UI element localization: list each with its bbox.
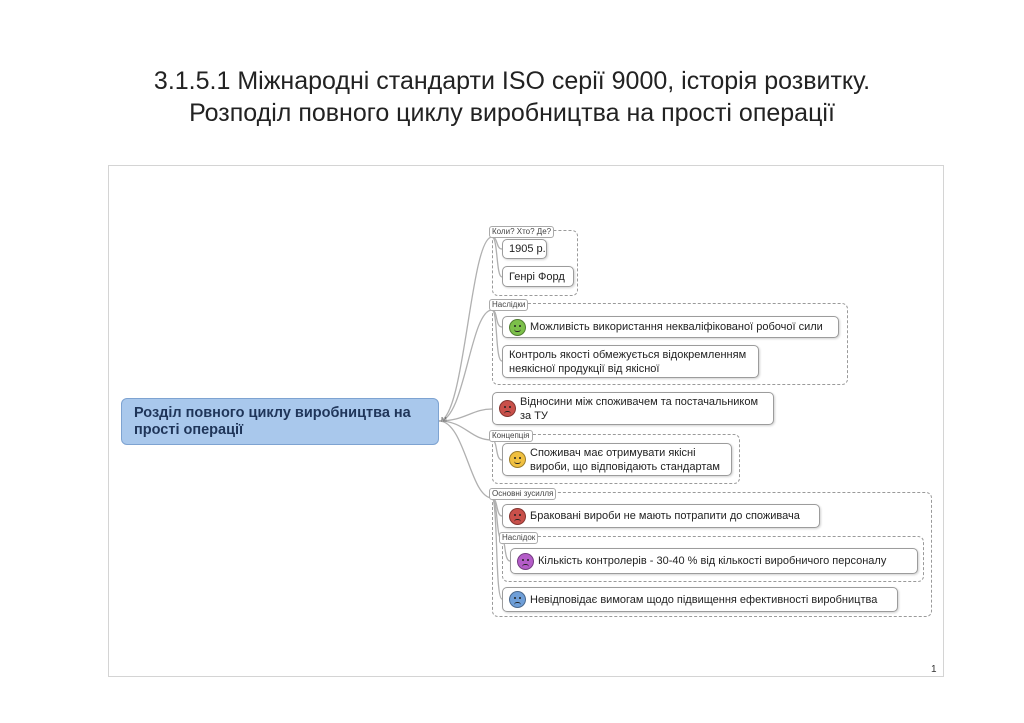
- group-label-consequence-sub: Наслідок: [499, 532, 539, 544]
- slide-title-line-1: 3.1.5.1 Міжнародні стандарти ISO серії 9…: [153, 67, 871, 95]
- central-topic[interactable]: Розділ повного циклу виробництва на прос…: [121, 398, 439, 445]
- node-controllers-text: Кількість контролерів - 30-40 % від кіль…: [538, 555, 887, 567]
- group-label-consequences: Наслідки: [489, 299, 529, 311]
- node-quality-line-2: неякісної продукції від якісної: [509, 362, 660, 375]
- node-defective-text: Браковані вироби не мають потрапити до с…: [530, 510, 800, 522]
- worried-face-icon: [517, 552, 534, 570]
- group-label-when: Коли? Хто? Де?: [489, 226, 555, 238]
- node-relations-text: Відносини між споживачем та постачальник…: [520, 395, 758, 423]
- node-defective[interactable]: Браковані вироби не мають потрапити до с…: [502, 504, 820, 528]
- node-year[interactable]: 1905 р.: [502, 239, 547, 259]
- slide-title-line-2: Розподіл повного циклу виробництва на пр…: [189, 99, 835, 127]
- node-relations-line-2: за ТУ: [520, 409, 548, 422]
- happy-face-icon: [509, 318, 526, 336]
- angry-face-icon: [509, 507, 526, 525]
- group-label-concept: Концепція: [489, 430, 533, 442]
- node-relations[interactable]: Відносини між споживачем та постачальник…: [492, 392, 774, 425]
- node-controllers[interactable]: Кількість контролерів - 30-40 % від кіль…: [510, 548, 918, 574]
- node-relations-line-1: Відносини між споживачем та постачальник…: [520, 395, 759, 408]
- node-consumer-line-2: вироби, що відповідають стандартам: [530, 460, 720, 473]
- node-unskilled[interactable]: Можливість використання некваліфікованої…: [502, 316, 839, 338]
- angry-face-icon: [499, 400, 516, 417]
- node-quality-line-1: Контроль якості обмежується відокремленн…: [509, 348, 747, 361]
- group-label-main-efforts: Основні зусилля: [489, 488, 557, 500]
- node-quality-control[interactable]: Контроль якості обмежується відокремленн…: [502, 345, 759, 378]
- laughing-face-icon: [509, 451, 526, 468]
- note-marker-icon: M: [441, 417, 447, 424]
- node-year-text: 1905 р.: [509, 243, 546, 255]
- screaming-face-icon: [509, 591, 526, 608]
- node-consumer[interactable]: Споживач має отримувати якісні вироби, щ…: [502, 443, 732, 476]
- node-ford-text: Генрі Форд: [509, 270, 565, 283]
- page-number: 1: [931, 664, 937, 675]
- node-unskilled-text: Можливість використання некваліфікованої…: [530, 321, 823, 333]
- node-efficiency[interactable]: Невідповідає вимогам щодо підвищення ефе…: [502, 587, 898, 612]
- node-consumer-text: Споживач має отримувати якісні вироби, щ…: [530, 446, 720, 474]
- node-consumer-line-1: Споживач має отримувати якісні: [530, 446, 696, 459]
- node-efficiency-text: Невідповідає вимогам щодо підвищення ефе…: [530, 593, 878, 606]
- node-ford[interactable]: Генрі Форд: [502, 266, 574, 287]
